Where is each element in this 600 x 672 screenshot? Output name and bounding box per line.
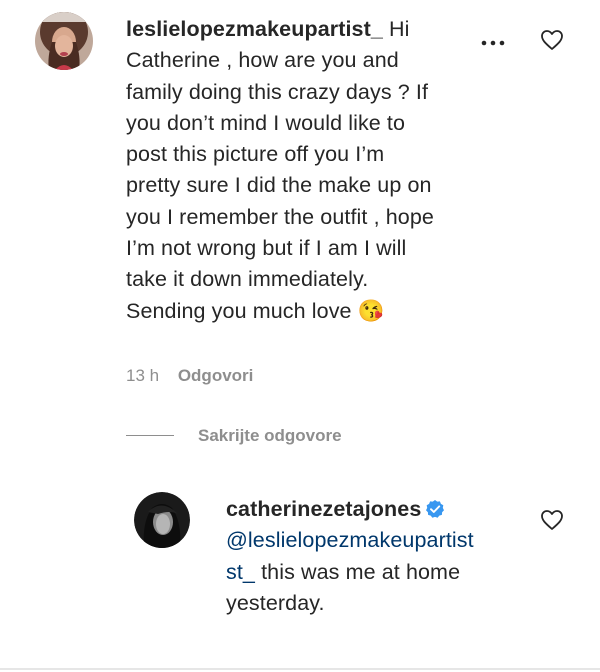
reply-text-line: yesterday. — [226, 590, 325, 615]
comment-line: Sending you much love 😘 — [126, 296, 434, 327]
like-heart-icon[interactable] — [540, 29, 564, 51]
comment-text-line: Hi — [388, 17, 410, 41]
comment-text-line: family doing this crazy days ? If — [126, 79, 429, 104]
reply-text-line: this was me at home — [261, 559, 461, 584]
comment-line: leslielopezmakeupartist_ Hi — [126, 14, 434, 45]
reply-like-heart-icon[interactable] — [540, 509, 564, 531]
hide-replies-label: Sakrijte odgovore — [198, 426, 342, 445]
comment-text-line: Catherine , how are you and — [126, 48, 399, 73]
verified-badge-icon — [425, 497, 445, 518]
comment-text-line: Sending you much love — [126, 298, 352, 323]
comment-item: leslielopezmakeupartist_ Hi Catherine , h… — [0, 0, 600, 400]
reply-header-line: catherinezetajones — [226, 494, 474, 525]
kiss-emoji: 😘 — [357, 298, 385, 323]
comment-meta: 13 h Odgovori — [126, 362, 253, 390]
reply-mention-continued[interactable]: st_ — [226, 560, 255, 584]
more-horizontal-icon[interactable] — [476, 34, 516, 50]
reply-mention[interactable]: @leslielopezmakeupartist — [226, 525, 474, 556]
comment-timestamp: 13 h — [126, 366, 160, 385]
comment-text-line: take it down immediately. — [126, 267, 369, 292]
replies-divider — [126, 435, 174, 437]
reply-item: catherinezetajones @leslielopezmakeupart… — [0, 480, 600, 660]
commenter-avatar[interactable] — [35, 12, 93, 70]
reply-username[interactable]: catherinezetajones — [226, 497, 421, 521]
comment-body: leslielopezmakeupartist_ Hi Catherine , h… — [126, 14, 434, 327]
comment-text-line: post this picture off you I’m — [126, 142, 385, 167]
reply-button[interactable]: Odgovori — [178, 366, 254, 385]
reply-avatar[interactable] — [134, 492, 190, 548]
comment-text-line: pretty sure I did the make up on — [126, 173, 432, 198]
hide-replies-button[interactable]: Sakrijte odgovore — [126, 422, 342, 450]
reply-line: st_ this was me at home — [226, 557, 474, 588]
comment-username[interactable]: leslielopezmakeupartist_ — [126, 17, 383, 41]
comment-text-line: you I remember the outfit , hope — [126, 204, 434, 229]
comment-text-line: I’m not wrong but if I am I will — [126, 236, 407, 261]
comment-text-line: you don’t mind I would like to — [126, 110, 406, 135]
reply-body: catherinezetajones @leslielopezmakeupart… — [226, 494, 474, 619]
section-divider — [0, 668, 600, 670]
